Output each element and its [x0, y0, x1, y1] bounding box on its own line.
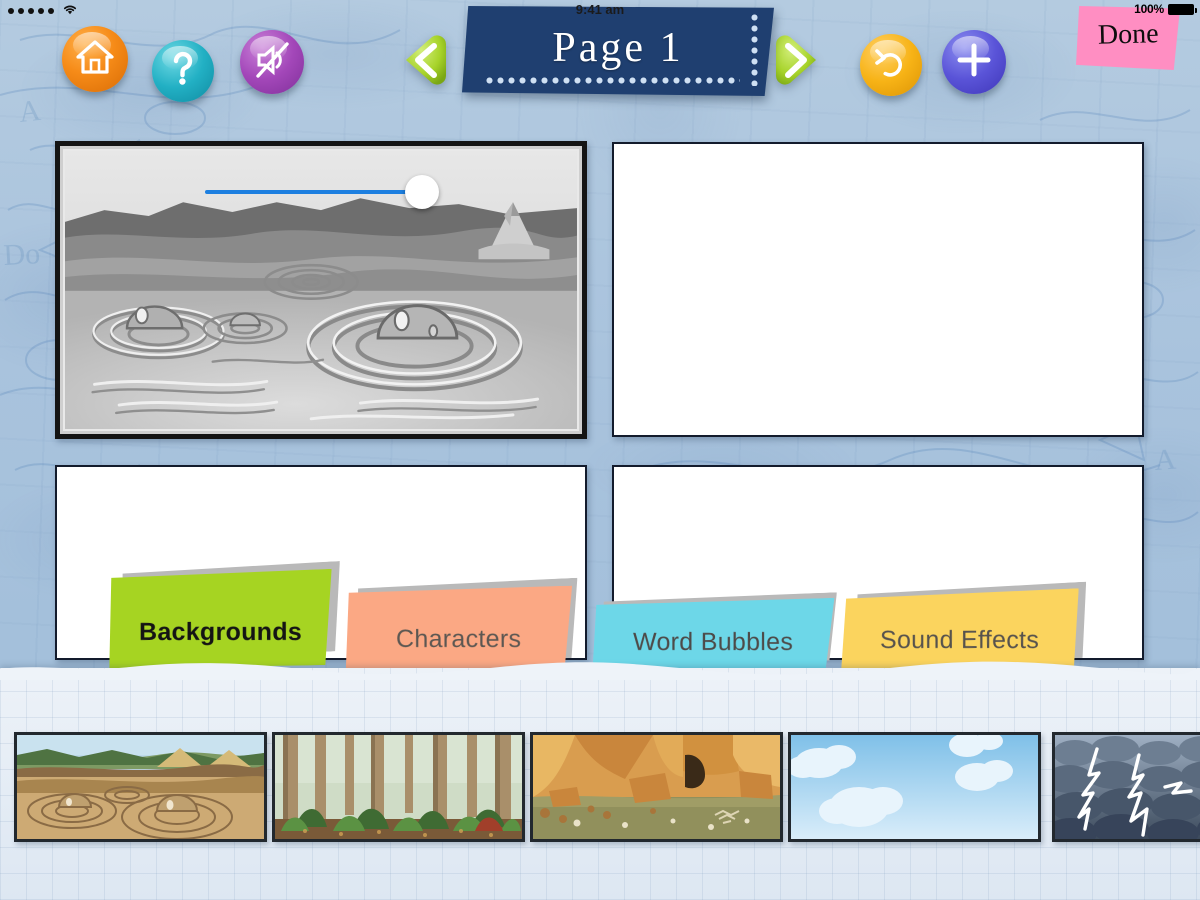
question-mark-icon: [169, 50, 197, 93]
done-button-label: Done: [1097, 18, 1159, 51]
status-bar: 9:41 am 100%: [0, 0, 1200, 22]
status-bar-right: 100%: [1134, 2, 1197, 16]
add-page-button[interactable]: [942, 30, 1006, 94]
slider-knob[interactable]: [405, 175, 439, 209]
tab-word-bubbles-label: Word Bubbles: [633, 627, 794, 656]
tab-backgrounds[interactable]: Backgrounds: [107, 569, 335, 671]
previous-page-button[interactable]: [398, 32, 454, 88]
mud-pit-background: [17, 735, 264, 839]
tab-characters-label: Characters: [396, 624, 522, 653]
background-library-tray: [0, 661, 1200, 900]
plus-icon: [956, 42, 992, 83]
home-icon: [76, 39, 114, 80]
background-thumbnail-mud-pit[interactable]: [14, 732, 267, 842]
home-button[interactable]: [62, 26, 128, 92]
slider-track[interactable]: [205, 190, 421, 194]
mute-button[interactable]: [240, 30, 304, 94]
forest-background: [275, 735, 522, 839]
next-page-button[interactable]: [768, 32, 824, 88]
torn-paper-edge: [0, 661, 1200, 680]
app-root: Do A A 9:41 am 100% Page 1 Done Backgrou…: [0, 0, 1200, 900]
background-thumbnail-storm-clouds[interactable]: [1052, 732, 1200, 842]
storm-clouds-background: [1055, 735, 1200, 839]
background-thumbnail-blue-sky[interactable]: [788, 732, 1041, 842]
status-bar-clock: 9:41 am: [575, 2, 625, 17]
background-thumbnail-forest[interactable]: [272, 732, 525, 842]
battery-full-icon: [1168, 3, 1197, 15]
tab-backgrounds-label: Backgrounds: [138, 617, 303, 646]
page-title: Page 1: [552, 25, 684, 71]
battery-percent-label: 100%: [1134, 2, 1164, 16]
background-thumbnail-cave[interactable]: [530, 732, 783, 842]
comic-panel-1-inner: [63, 149, 579, 431]
sound-muted-icon: [253, 41, 291, 83]
blue-sky-background: [791, 735, 1038, 839]
tab-sound-effects-label: Sound Effects: [880, 625, 1040, 654]
comic-panel-1[interactable]: [55, 141, 587, 439]
banner-dotted-border-bottom: [484, 77, 740, 84]
cave-background: [533, 735, 780, 839]
comic-panel-2[interactable]: [612, 142, 1144, 437]
help-button[interactable]: [152, 40, 214, 102]
opacity-slider[interactable]: [205, 175, 505, 209]
undo-arrow-icon: [873, 45, 909, 86]
undo-button[interactable]: [860, 34, 922, 96]
